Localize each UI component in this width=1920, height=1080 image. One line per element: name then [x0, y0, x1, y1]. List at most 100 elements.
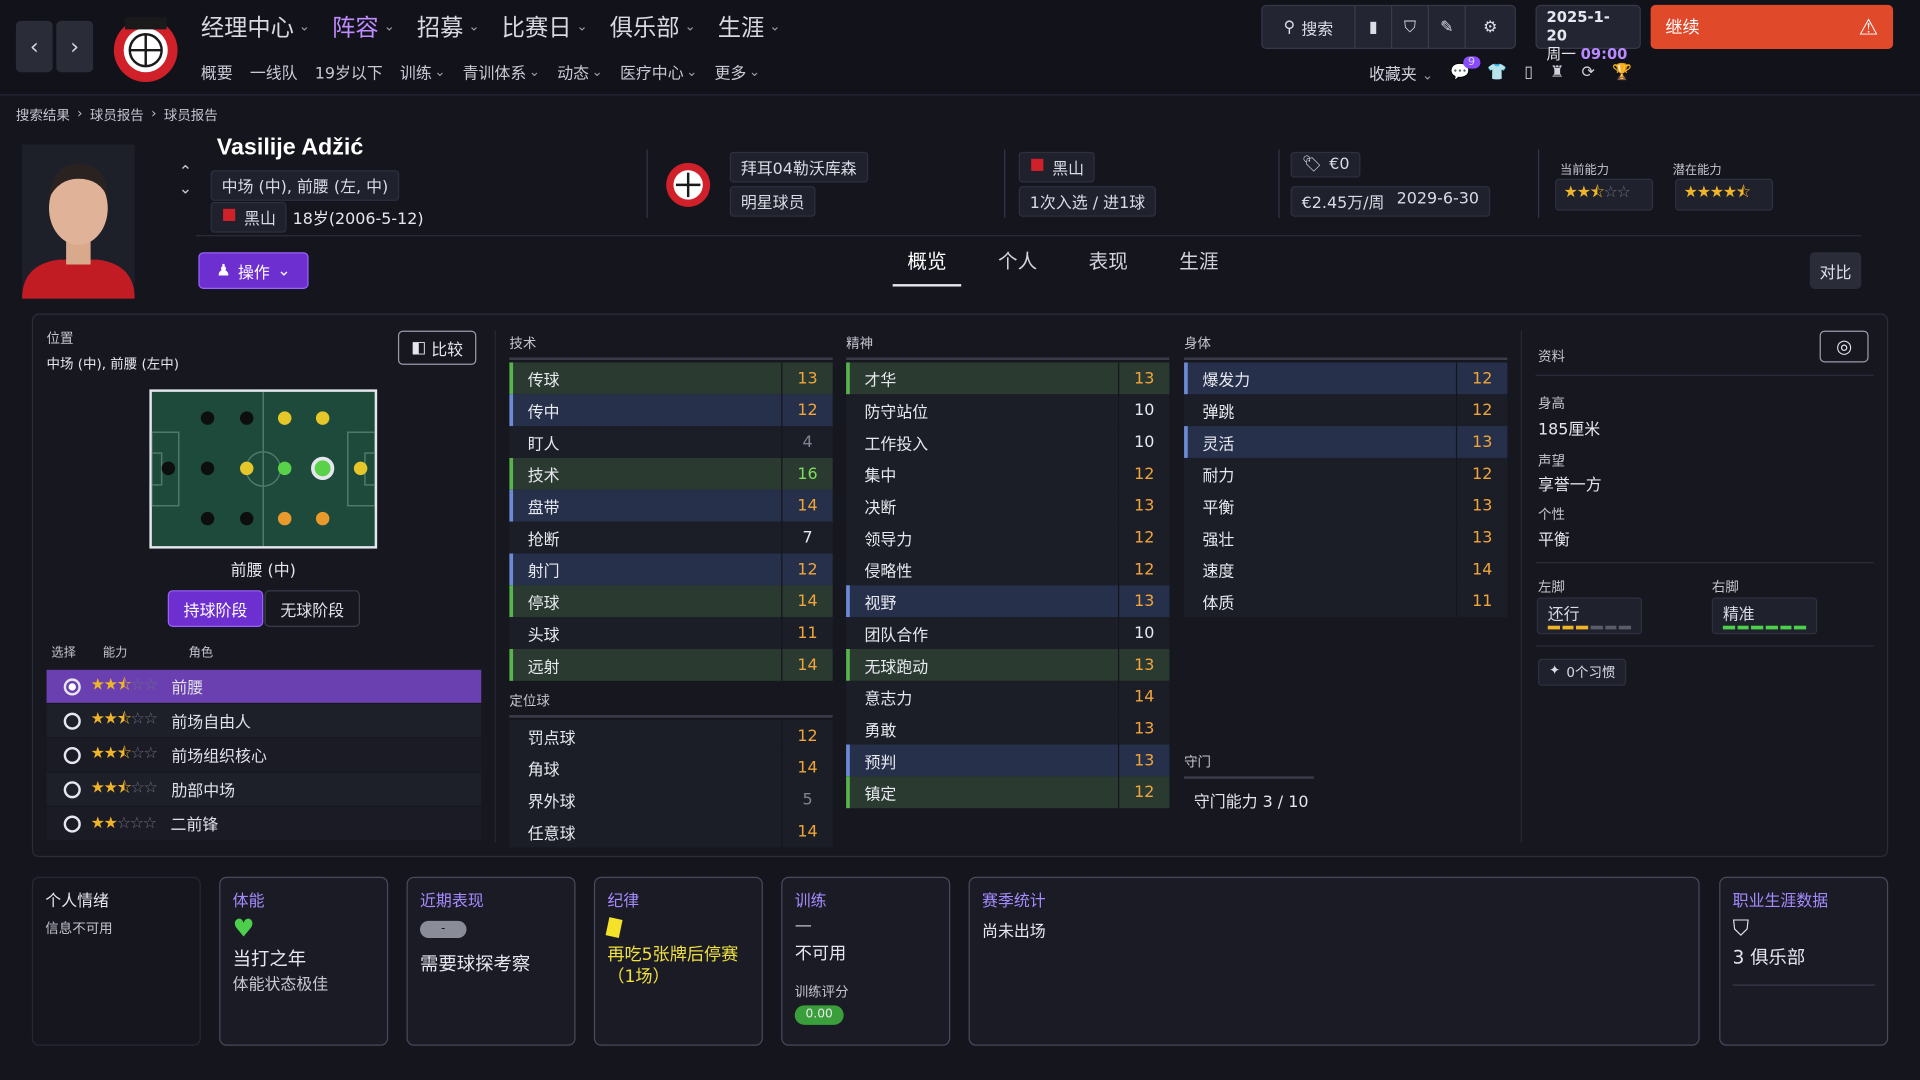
attribute-row[interactable]: 灵活 13 [1184, 426, 1508, 458]
attribute-row[interactable]: 射门 12 [509, 553, 833, 586]
attribute-row[interactable]: 耐力 12 [1184, 457, 1508, 490]
nav-club[interactable]: 俱乐部 ⌄ [610, 10, 696, 43]
attribute-row[interactable]: 工作投入 10 [846, 426, 1170, 458]
role-radio[interactable] [63, 677, 81, 695]
continue-button[interactable]: 继续 ⚠ [1650, 4, 1894, 49]
attribute-row[interactable]: 角球 14 [509, 751, 833, 784]
attribute-row[interactable]: 爆发力 12 [1184, 362, 1508, 395]
compare-button[interactable]: 对比 [1809, 252, 1862, 289]
player-nav-arrows[interactable]: ⌃ ⌄ [179, 163, 192, 198]
attribute-row[interactable]: 速度 14 [1184, 553, 1508, 586]
breadcrumb-item[interactable]: 搜索结果 [16, 105, 70, 125]
profile-settings-button[interactable]: ◎ [1819, 330, 1869, 363]
role-radio[interactable] [63, 746, 81, 764]
attribute-row[interactable]: 传中 12 [509, 394, 833, 427]
attribute-row[interactable]: 领导力 12 [846, 521, 1170, 554]
date-box[interactable]: 2025-1-20 周一 09:00 [1535, 4, 1641, 62]
attribute-row[interactable]: 镇定 12 [846, 776, 1170, 809]
document-icon[interactable]: ▯ [1524, 64, 1533, 82]
training-card[interactable]: 训练 — 不可用 训练评分 0.00 [781, 876, 951, 1046]
forward-button[interactable]: › [56, 20, 94, 73]
club-crest[interactable] [661, 157, 715, 211]
nav-squad[interactable]: 阵容 ⌄ [332, 10, 395, 43]
search-button[interactable]: ⚲ 搜索 [1262, 6, 1356, 48]
nav-matchday[interactable]: 比赛日 ⌄ [502, 10, 588, 43]
attribute-row[interactable]: 决断 13 [846, 489, 1170, 522]
attribute-row[interactable]: 技术 16 [509, 457, 833, 490]
nav-recruit[interactable]: 招募 ⌄ [417, 10, 480, 43]
shirt-icon[interactable]: 👕 [1487, 64, 1507, 82]
role-row[interactable]: ★★⯪☆☆ 前场自由人 [46, 704, 482, 738]
phase-out-possession[interactable]: 无球阶段 [264, 590, 361, 627]
attribute-row[interactable]: 平衡 13 [1184, 489, 1508, 522]
subnav-first-team[interactable]: 一线队 [250, 60, 298, 83]
attribute-row[interactable]: 意志力 14 [846, 680, 1170, 713]
attribute-row[interactable]: 防守站位 10 [846, 394, 1170, 427]
attribute-row[interactable]: 勇敢 13 [846, 712, 1170, 745]
career-card[interactable]: 职业生涯数据 ⛉ 3 俱乐部 [1719, 876, 1889, 1046]
attribute-row[interactable]: 传球 13 [509, 362, 833, 395]
compare-position-button[interactable]: ◧ 比较 [397, 330, 477, 365]
tab-career[interactable]: 生涯 [1165, 240, 1234, 287]
attribute-row[interactable]: 抢断 7 [509, 521, 833, 554]
shield-button[interactable]: ⛉ [1392, 6, 1429, 48]
tab-personal[interactable]: 个人 [983, 240, 1052, 287]
attribute-row[interactable]: 侵略性 12 [846, 553, 1170, 586]
club-name[interactable]: 拜耳04勒沃库森 [729, 151, 868, 183]
role-row[interactable]: ★★⯪☆☆ 前场组织核心 [46, 738, 482, 772]
attribute-row[interactable]: 预判 13 [846, 744, 1170, 777]
messages-button[interactable]: 💬 9 [1450, 56, 1480, 82]
subnav-dynamics[interactable]: 动态 ⌄ [557, 60, 603, 84]
phase-in-possession[interactable]: 持球阶段 [167, 590, 264, 627]
attribute-row[interactable]: 头球 11 [509, 617, 833, 649]
role-row[interactable]: ★★⯪☆☆ 肋部中场 [46, 772, 482, 806]
attribute-row[interactable]: 罚点球 12 [509, 720, 833, 752]
attribute-row[interactable]: 任意球 14 [509, 815, 833, 848]
role-row[interactable]: ★★⯪☆☆ 前腰 [46, 669, 482, 703]
trophy-icon[interactable]: 🏆 [1612, 64, 1632, 82]
subnav-youth[interactable]: 青训体系 ⌄ [463, 60, 540, 84]
chevron-up-icon[interactable]: ⌃ [179, 163, 192, 181]
form-card[interactable]: 近期表现 - 需要球探考察 [406, 876, 576, 1046]
attribute-row[interactable]: 界外球 5 [509, 783, 833, 816]
discipline-card[interactable]: 纪律 再吃5张牌后停赛（1场） [593, 876, 763, 1046]
attribute-row[interactable]: 强壮 13 [1184, 521, 1508, 554]
action-button[interactable]: ♟ 操作 ⌄ [198, 252, 309, 289]
role-radio[interactable] [63, 780, 81, 798]
subnav-medical[interactable]: 医疗中心 ⌄ [620, 60, 697, 84]
subnav-u19[interactable]: 19岁以下 [315, 60, 383, 83]
attribute-row[interactable]: 才华 13 [846, 362, 1170, 395]
attribute-row[interactable]: 停球 14 [509, 585, 833, 618]
breadcrumb-item[interactable]: 球员报告 [90, 105, 144, 125]
refresh-icon[interactable]: ⟳ [1582, 64, 1595, 82]
mood-card[interactable]: 个人情绪 信息不可用 [31, 876, 201, 1046]
back-button[interactable]: ‹ [15, 20, 53, 73]
attribute-row[interactable]: 远射 14 [509, 648, 833, 681]
attribute-row[interactable]: 体质 11 [1184, 585, 1508, 618]
season-stats-card[interactable]: 赛季统计 尚未出场 [968, 876, 1700, 1046]
staff-icon[interactable]: ♜ [1550, 64, 1564, 82]
attribute-row[interactable]: 弹跳 12 [1184, 394, 1508, 427]
nav-career[interactable]: 生涯 ⌄ [718, 10, 781, 43]
subnav-training[interactable]: 训练 ⌄ [400, 60, 446, 84]
settings-button[interactable]: ⚙ [1466, 6, 1515, 48]
subnav-overview[interactable]: 概要 [201, 60, 233, 83]
fitness-card[interactable]: 体能 ♥ 当打之年 体能状态极佳 [219, 876, 389, 1046]
favorites-dropdown[interactable]: 收藏夹 ⌄ [1369, 61, 1433, 84]
role-radio[interactable] [63, 712, 81, 730]
tab-performance[interactable]: 表现 [1074, 240, 1143, 287]
chevron-down-icon[interactable]: ⌄ [179, 181, 192, 198]
club-logo[interactable] [108, 10, 184, 86]
nav-manager[interactable]: 经理中心 ⌄ [201, 10, 310, 43]
attribute-row[interactable]: 团队合作 10 [846, 617, 1170, 649]
role-radio[interactable] [63, 814, 81, 833]
attribute-row[interactable]: 视野 13 [846, 585, 1170, 618]
attribute-row[interactable]: 盯人 4 [509, 426, 833, 458]
subnav-more[interactable]: 更多 ⌄ [715, 60, 761, 84]
habits-chip[interactable]: ✦ 0个习惯 [1537, 658, 1627, 686]
edit-button[interactable]: ✎ [1429, 6, 1466, 48]
role-row[interactable]: ★★☆☆☆ 二前锋 [46, 806, 482, 841]
bookmark-button[interactable]: ▮ [1356, 6, 1393, 48]
intl-nation[interactable]: ■ 黑山 [1018, 151, 1096, 183]
attribute-row[interactable]: 盘带 14 [509, 489, 833, 522]
